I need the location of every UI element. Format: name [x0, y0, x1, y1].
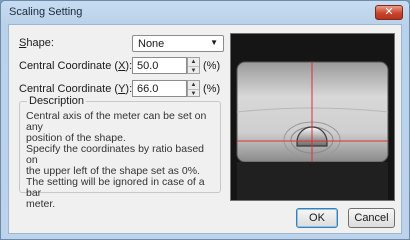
chevron-down-icon: ▼: [210, 38, 218, 47]
central-y-stepper[interactable]: ▲ ▼: [187, 80, 200, 97]
cancel-button[interactable]: Cancel: [348, 208, 395, 228]
dialog-client-area: Shape: None ▼ Central Coordinate (X): 50…: [8, 24, 402, 234]
central-y-label: Central Coordinate (Y):: [19, 83, 133, 95]
central-x-value: 50.0: [137, 60, 159, 72]
shape-value: None: [138, 38, 165, 50]
central-y-input[interactable]: 66.0: [132, 80, 187, 97]
central-y-value: 66.0: [137, 83, 159, 95]
central-x-label: Central Coordinate (X):: [19, 60, 133, 72]
central-x-input[interactable]: 50.0: [132, 57, 187, 74]
shape-label: Shape:: [19, 37, 54, 49]
shape-label-accel: S: [19, 37, 27, 49]
close-icon: ✕: [384, 6, 394, 18]
shape-preview: [230, 33, 395, 201]
window-title: Scaling Setting: [9, 6, 83, 18]
central-y-unit: (%): [203, 83, 221, 95]
spin-up-icon[interactable]: ▲: [188, 58, 199, 66]
description-title: Description: [27, 95, 87, 107]
central-x-unit: (%): [203, 60, 221, 72]
shape-dropdown[interactable]: None ▼: [132, 35, 224, 52]
preview-image: [231, 34, 394, 200]
central-x-stepper[interactable]: ▲ ▼: [187, 57, 200, 74]
close-button[interactable]: ✕: [375, 5, 403, 20]
dialog-window: Scaling Setting ✕ Shape: None ▼ Central …: [0, 0, 410, 240]
title-bar[interactable]: Scaling Setting ✕: [1, 1, 409, 24]
spin-up-icon[interactable]: ▲: [188, 81, 199, 89]
description-group: Description Central axis of the meter ca…: [19, 95, 221, 210]
spin-down-icon[interactable]: ▼: [188, 66, 199, 74]
description-text: Central axis of the meter can be set on …: [26, 110, 207, 210]
ok-button[interactable]: OK: [296, 208, 338, 228]
spin-down-icon[interactable]: ▼: [188, 89, 199, 97]
